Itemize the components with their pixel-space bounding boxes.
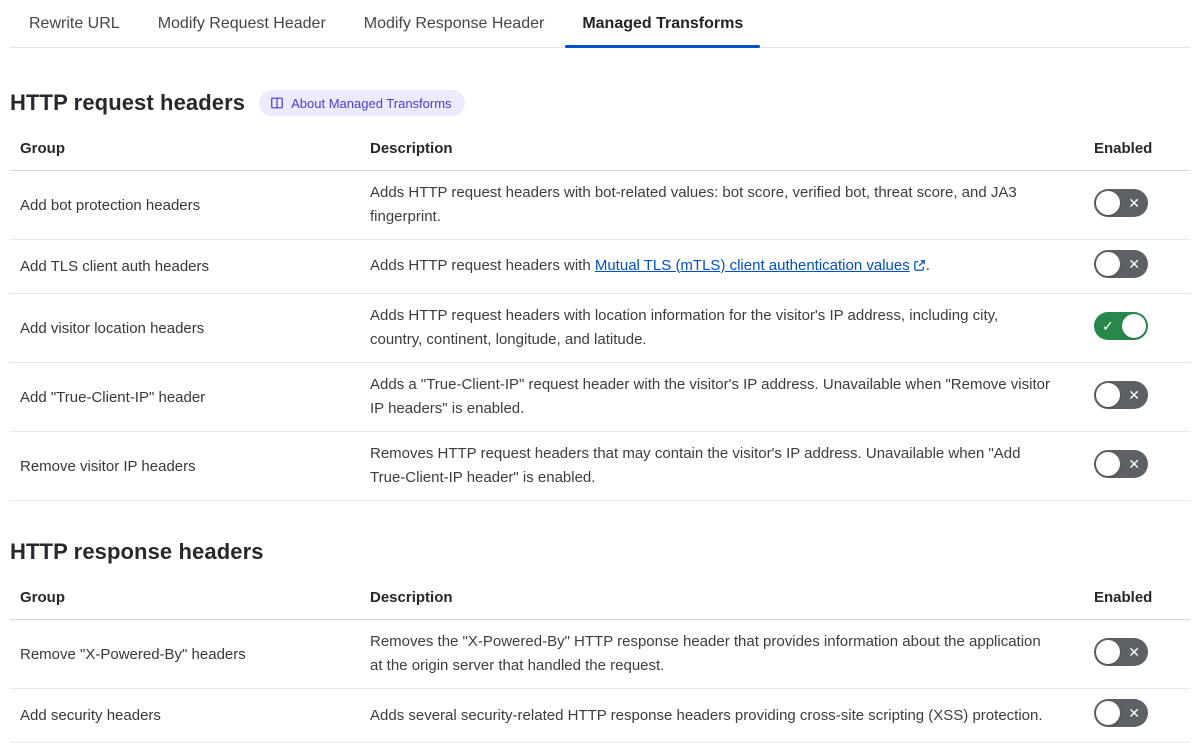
badge-label: About Managed Transforms [291, 95, 452, 111]
request-section-title: HTTP request headers [10, 90, 246, 115]
description-cell: Adds HTTP request headers with Mutual TL… [360, 254, 1084, 280]
x-icon: ✕ [1128, 194, 1140, 211]
mtls-link[interactable]: Mutual TLS (mTLS) client authentication … [595, 257, 910, 274]
tab-managed-transforms[interactable]: Managed Transforms [563, 0, 762, 48]
group-cell: Add bot protection headers [20, 196, 201, 214]
column-header-enabled: Enabled [1094, 589, 1153, 606]
request-headers-table: Group Description Enabled Add bot protec… [10, 128, 1190, 501]
description-cell: Adds a "True-Client-IP" request header w… [370, 376, 1050, 417]
description-cell: Adds HTTP request headers with location … [370, 307, 999, 348]
x-icon: ✕ [1128, 705, 1140, 721]
table-row: Add TLS client auth headers Adds HTTP re… [10, 240, 1190, 294]
toggle-knob [1096, 639, 1120, 664]
group-cell: Remove visitor IP headers [20, 457, 196, 475]
column-header-group: Group [20, 140, 65, 157]
toggle-knob [1096, 701, 1120, 725]
table-row: Add bot protection headers Adds HTTP req… [10, 171, 1190, 240]
toggle-add-true-client-ip-header[interactable]: ✓ ✕ [1094, 380, 1148, 409]
description-text: . [925, 256, 930, 274]
tab-rewrite-url[interactable]: Rewrite URL [10, 0, 139, 47]
toggle-knob [1096, 451, 1120, 476]
x-icon: ✕ [1128, 455, 1140, 472]
table-header-row: Group Description Enabled [10, 128, 1190, 171]
description-cell: Removes HTTP request headers that may co… [370, 445, 1021, 486]
toggle-knob [1096, 382, 1120, 407]
external-link-icon [913, 259, 926, 276]
response-headers-table: Group Description Enabled Remove "X-Powe… [10, 577, 1190, 743]
table-row: Remove visitor IP headers Removes HTTP r… [10, 432, 1190, 501]
x-icon: ✕ [1128, 256, 1140, 272]
x-icon: ✕ [1128, 643, 1140, 660]
tab-modify-request-header[interactable]: Modify Request Header [139, 0, 345, 47]
book-icon [270, 96, 284, 110]
column-header-enabled: Enabled [1094, 140, 1153, 157]
description-cell: Adds HTTP request headers with bot-relat… [370, 184, 1017, 225]
group-cell: Add TLS client auth headers [20, 258, 210, 275]
group-cell: Add visitor location headers [20, 319, 205, 337]
tab-bar: Rewrite URL Modify Request Header Modify… [10, 0, 1190, 48]
toggle-knob [1096, 252, 1120, 276]
group-cell: Add security headers [20, 707, 161, 724]
table-row: Remove "X-Powered-By" headers Removes th… [10, 620, 1190, 689]
toggle-knob [1096, 190, 1120, 215]
toggle-remove-visitor-ip-headers[interactable]: ✓ ✕ [1094, 449, 1148, 478]
toggle-knob [1122, 313, 1146, 338]
tab-modify-response-header[interactable]: Modify Response Header [345, 0, 564, 47]
toggle-add-tls-client-auth-headers[interactable]: ✓ ✕ [1094, 250, 1148, 278]
column-header-group: Group [20, 589, 65, 606]
response-headers-section: HTTP response headers Group Description … [0, 539, 1200, 743]
toggle-add-security-headers[interactable]: ✓ ✕ [1094, 699, 1148, 727]
description-cell: Removes the "X-Powered-By" HTTP response… [370, 633, 1041, 674]
table-header-row: Group Description Enabled [10, 577, 1190, 620]
check-icon: ✓ [1102, 317, 1114, 334]
column-header-description: Description [370, 140, 453, 157]
group-cell: Remove "X-Powered-By" headers [20, 645, 246, 663]
x-icon: ✕ [1128, 386, 1140, 403]
table-row: Add "True-Client-IP" header Adds a "True… [10, 363, 1190, 432]
group-cell: Add "True-Client-IP" header [20, 388, 206, 406]
column-header-description: Description [370, 589, 453, 606]
description-cell: Adds several security-related HTTP respo… [370, 706, 1043, 724]
toggle-remove-x-powered-by-headers[interactable]: ✓ ✕ [1094, 637, 1148, 666]
table-row: Add security headers Adds several securi… [10, 689, 1190, 743]
about-managed-transforms-badge[interactable]: About Managed Transforms [259, 90, 465, 116]
table-row: Add visitor location headers Adds HTTP r… [10, 294, 1190, 363]
description-text: Adds HTTP request headers with [370, 256, 595, 274]
request-headers-section: HTTP request headers About Managed Trans… [0, 90, 1200, 501]
toggle-add-bot-protection-headers[interactable]: ✓ ✕ [1094, 188, 1148, 217]
response-section-title: HTTP response headers [10, 539, 264, 564]
toggle-add-visitor-location-headers[interactable]: ✓ ✕ [1094, 311, 1148, 340]
